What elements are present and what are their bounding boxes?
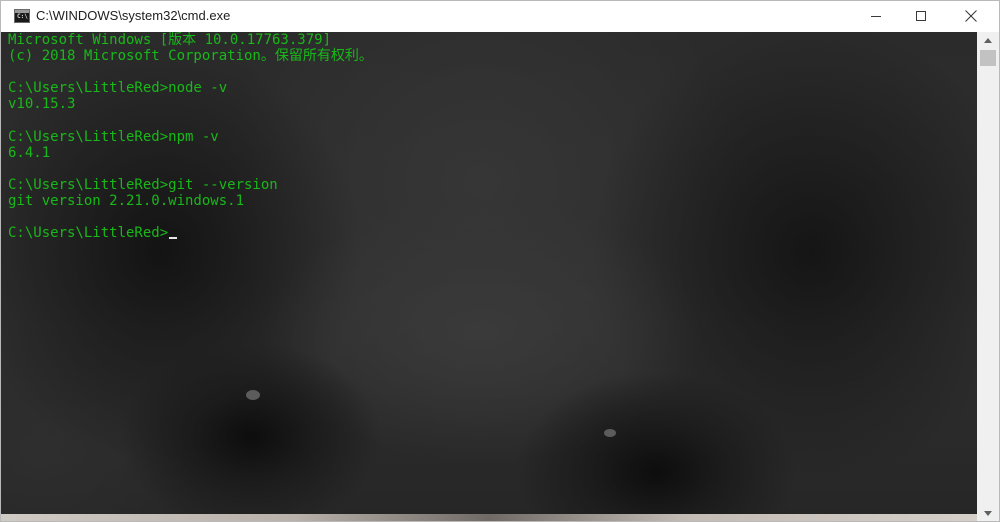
command-prompt-line[interactable]: C:\Users\LittleRed> — [8, 225, 373, 241]
background-photo-detail — [604, 429, 616, 437]
console-line: 6.4.1 — [8, 144, 51, 161]
maximize-button[interactable] — [898, 1, 944, 32]
close-button[interactable] — [944, 1, 999, 32]
maximize-icon — [916, 11, 926, 21]
console-line: v10.15.3 — [8, 96, 76, 113]
console-line: Microsoft Windows [版本 10.0.17763.379] — [8, 32, 332, 48]
cmd-icon[interactable]: C:\ — [14, 9, 30, 23]
console-area[interactable]: Microsoft Windows [版本 10.0.17763.379] (c)… — [1, 32, 977, 521]
text-cursor — [169, 237, 178, 240]
arrow-up-icon — [984, 38, 992, 43]
title-bar[interactable]: C:\ C:\WINDOWS\system32\cmd.exe — [1, 1, 999, 32]
minimize-icon — [871, 16, 881, 17]
vertical-scrollbar[interactable] — [977, 32, 999, 521]
background-photo-edge — [1, 514, 977, 521]
console-output: Microsoft Windows [版本 10.0.17763.379] (c)… — [8, 32, 373, 241]
cmd-icon-text: C:\ — [17, 13, 28, 20]
console-line: C:\Users\LittleRed>npm -v — [8, 128, 219, 145]
console-line: C:\Users\LittleRed>node -v — [8, 80, 228, 97]
scroll-thumb[interactable] — [980, 50, 996, 66]
arrow-down-icon — [984, 511, 992, 516]
scroll-up-button[interactable] — [977, 32, 999, 49]
cmd-window: C:\ C:\WINDOWS\system32\cmd.exe Microsof… — [0, 0, 1000, 522]
console-line: (c) 2018 Microsoft Corporation。保留所有权利。 — [8, 48, 373, 65]
window-title: C:\WINDOWS\system32\cmd.exe — [36, 8, 231, 23]
background-photo-detail — [246, 390, 260, 400]
console-line: C:\Users\LittleRed>git --version — [8, 176, 278, 193]
scroll-down-button[interactable] — [977, 505, 999, 521]
close-icon — [965, 10, 977, 22]
command-prompt: C:\Users\LittleRed> — [8, 225, 169, 242]
console-line: git version 2.21.0.windows.1 — [8, 192, 245, 209]
minimize-button[interactable] — [852, 1, 898, 32]
